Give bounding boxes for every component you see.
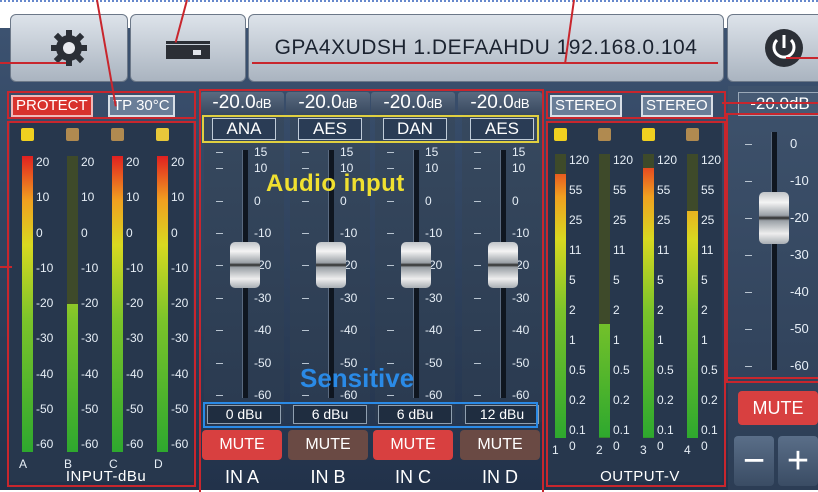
device-title: GPA4XUDSH 1.DEFAAHDU 192.168.0.104 [248, 14, 724, 82]
power-icon [765, 29, 803, 67]
protect-annotation-frame [7, 91, 196, 119]
annotation-line-master [726, 377, 818, 379]
master-minus-button[interactable]: − [734, 436, 774, 486]
audio-input-annotation: Audio input [266, 170, 405, 197]
annotation-line-stereo [722, 102, 818, 104]
input-meter-annotation-frame [7, 121, 196, 487]
top-dashed-border [0, 0, 818, 2]
power-button[interactable] [727, 14, 818, 82]
sensitive-annotation: Sensitive [300, 363, 415, 393]
annotation-line-settings [0, 62, 66, 64]
master-mute-button[interactable]: MUTE [738, 391, 818, 425]
device-icon [166, 41, 210, 59]
input-strips-annotation-frame [199, 89, 544, 492]
output-status-annotation-frame [546, 91, 726, 119]
annotation-line-power [786, 57, 818, 59]
annotation-line-meter [0, 266, 12, 268]
device-button[interactable] [130, 14, 246, 82]
audio-input-annotation-frame [202, 115, 539, 143]
annotation-line-title [252, 62, 718, 64]
master-plus-button[interactable]: + [778, 436, 818, 486]
output-meter-annotation-frame [546, 121, 726, 487]
master-annotation-frame [726, 113, 818, 383]
sensitive-annotation-frame [203, 402, 538, 428]
